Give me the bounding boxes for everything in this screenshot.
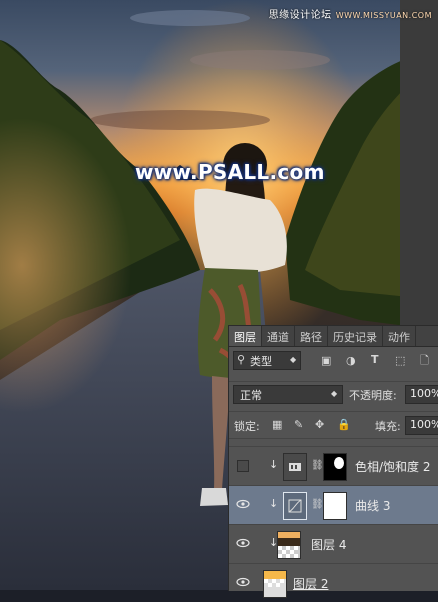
- layer-name[interactable]: 图层 2: [293, 575, 328, 592]
- clip-arrow-icon: ↓: [269, 497, 279, 510]
- eye-icon[interactable]: [236, 537, 250, 549]
- tab-channels[interactable]: 通道: [262, 326, 295, 346]
- layer-name[interactable]: 图层 4: [311, 536, 346, 553]
- filter-adjustment-icon[interactable]: ◑: [346, 355, 356, 367]
- eye-icon[interactable]: [236, 576, 250, 588]
- layer-row[interactable]: ↓ 图层 4: [229, 524, 438, 563]
- hue-saturation-icon: [289, 463, 301, 471]
- chevron-updown-icon: ◆: [331, 389, 338, 398]
- panel-tabs: 图层 通道 路径 历史记录 动作: [229, 326, 438, 347]
- mask-thumb[interactable]: [323, 453, 347, 481]
- blend-mode-select[interactable]: 正常 ◆: [233, 385, 343, 404]
- tab-history[interactable]: 历史记录: [328, 326, 383, 346]
- filter-row: ⚲ 类型 ◆ ▣ ◑ T ⬚ 🗋: [229, 347, 438, 373]
- canvas-dark-strip: [400, 0, 438, 325]
- lock-image-icon[interactable]: ✎: [294, 419, 303, 431]
- fill-input[interactable]: 100%: [405, 416, 438, 435]
- opacity-label: 不透明度:: [349, 389, 397, 402]
- layer-row-selected[interactable]: ↓ ⛓ 曲线 3: [229, 485, 438, 524]
- lock-transparency-icon[interactable]: ▦: [272, 419, 282, 431]
- layer-name[interactable]: 色相/饱和度 2: [355, 458, 431, 475]
- layer-preview: [264, 571, 286, 597]
- watermark-top: 思缘设计论坛 WWW.MISSYUAN.COM: [269, 6, 432, 21]
- watermark-top-text: 思缘设计论坛: [268, 10, 332, 21]
- filter-type-icon[interactable]: T: [371, 354, 379, 366]
- filter-shape-icon[interactable]: ⬚: [395, 355, 405, 367]
- opacity-value: 100%: [410, 387, 438, 400]
- layer-preview: [278, 532, 300, 558]
- clip-arrow-icon: ↓: [269, 458, 279, 471]
- lock-all-icon[interactable]: 🔒: [337, 419, 351, 431]
- watermark-top-site: WWW.MISSYUAN.COM: [335, 11, 432, 20]
- layers-panel: 图层 通道 路径 历史记录 动作 ⚲ 类型 ◆ ▣ ◑ T ⬚ 🗋 正常 ◆ 不…: [228, 325, 438, 598]
- filter-pixel-icon[interactable]: ▣: [321, 355, 331, 367]
- watermark-main: www.PSALL.com: [135, 160, 325, 184]
- eye-icon[interactable]: [236, 498, 250, 510]
- visibility-toggle[interactable]: [237, 460, 249, 472]
- fill-label: 填充:: [375, 420, 401, 433]
- mask-thumb[interactable]: [323, 492, 347, 520]
- layer-thumb[interactable]: [263, 570, 287, 598]
- adjustment-thumb[interactable]: [283, 492, 307, 520]
- lock-position-icon[interactable]: ✥: [315, 419, 324, 431]
- curves-icon: [288, 499, 302, 513]
- lock-label: 锁定:: [234, 420, 260, 433]
- chevron-updown-icon: ◆: [290, 355, 297, 364]
- tab-layers[interactable]: 图层: [229, 326, 262, 346]
- layer-row[interactable]: ↓ ⛓ 色相/饱和度 2: [229, 446, 438, 485]
- lock-row: 锁定: ▦ ✎ ✥ 🔒 填充: 100%: [229, 411, 438, 438]
- layer-filter-select[interactable]: ⚲ 类型 ◆: [233, 351, 301, 370]
- layer-thumb[interactable]: [277, 531, 301, 559]
- blend-mode-value: 正常: [240, 389, 262, 402]
- link-icon[interactable]: ⛓: [311, 460, 324, 471]
- fill-value: 100%: [410, 418, 438, 431]
- tab-paths[interactable]: 路径: [295, 326, 328, 346]
- layer-row[interactable]: 图层 2: [229, 563, 438, 602]
- blend-row: 正常 ◆ 不透明度: 100%: [229, 381, 438, 408]
- search-icon: ⚲: [237, 353, 246, 366]
- adjustment-thumb[interactable]: [283, 453, 307, 481]
- layer-name[interactable]: 曲线 3: [355, 497, 390, 514]
- layer-filter-label: 类型: [250, 355, 272, 368]
- mask-preview: [334, 457, 344, 469]
- tab-actions[interactable]: 动作: [383, 326, 416, 346]
- filter-smart-object-icon[interactable]: 🗋: [420, 355, 429, 367]
- link-icon[interactable]: ⛓: [311, 499, 324, 510]
- opacity-input[interactable]: 100%: [405, 385, 438, 404]
